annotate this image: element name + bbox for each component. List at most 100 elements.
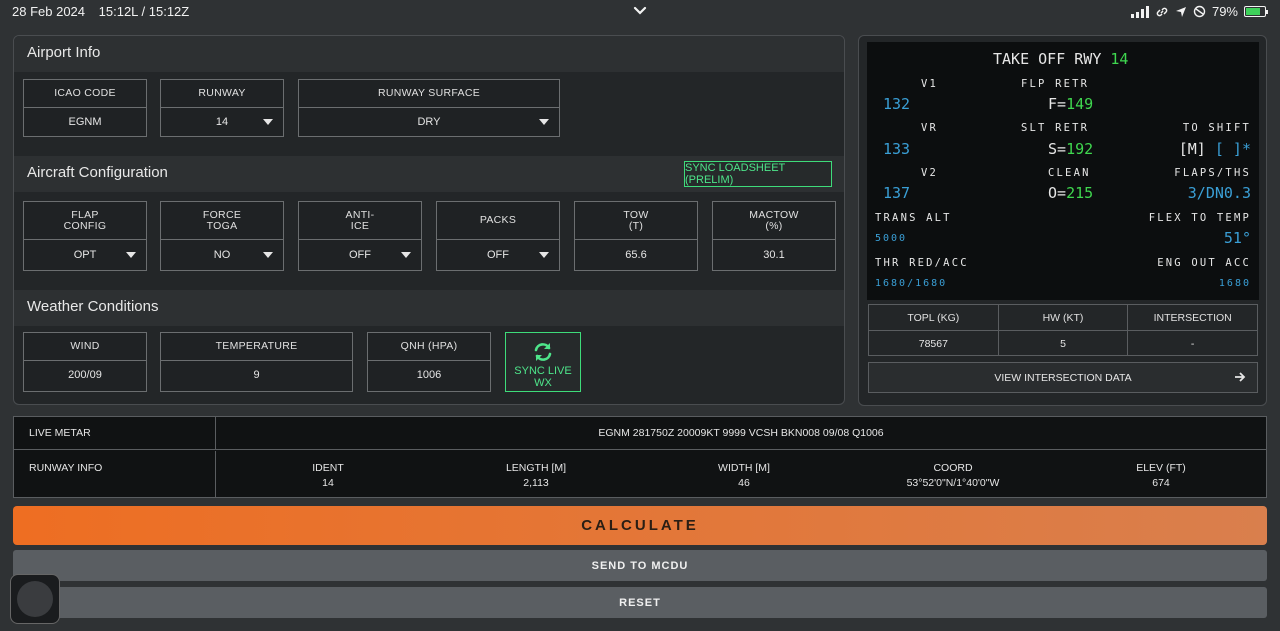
signal-icon [1130,5,1149,18]
airport-info-title: Airport Info [27,44,101,61]
temperature-input[interactable]: 9 [161,361,352,389]
packs-select[interactable]: OFF [437,240,559,269]
mactow-label: MACTOW (%) [713,202,835,240]
hw-value: 5 [1060,337,1066,350]
anti-ice-label: ANTI- ICE [299,202,421,240]
mactow-input[interactable]: 30.1 [713,240,835,269]
qnh-field[interactable]: QNH (HPA) 1006 [367,332,491,392]
status-time: 15:12L / 15:12Z [98,4,190,19]
force-toga-field[interactable]: FORCE TOGA NO [160,201,284,271]
runway-surface-select[interactable]: DRY [299,108,559,136]
airport-info-table: LIVE METAR EGNM 281750Z 20009KT 9999 VCS… [13,416,1267,498]
send-to-mcdu-button[interactable]: SEND TO MCDU [13,550,1267,581]
view-intersection-button[interactable]: VIEW INTERSECTION DATA [868,362,1258,393]
reset-button[interactable]: RESET [13,587,1267,618]
intersection-value: - [1190,337,1195,350]
battery-icon [1244,6,1268,17]
coord-value: 53°52'0"N/1°40'0"W [906,477,1000,489]
sync-live-wx-label: SYNC LIVE WX [514,365,572,389]
ident-value: 14 [322,477,334,489]
flaps-ths-label: FLAPS/THS [1174,167,1251,179]
runway-label: RUNWAY [161,80,283,108]
elev-value: 674 [1152,477,1170,489]
assistive-touch-button[interactable] [10,574,60,624]
slt-retr-label: SLT RETR [1021,122,1090,134]
flex-temp-value: 51° [1223,229,1251,247]
temperature-label: TEMPERATURE [161,333,352,361]
anti-ice-select[interactable]: OFF [299,240,421,269]
clean-row: O=215 [1048,184,1093,202]
v2-value: 137 [883,184,911,202]
coord-col: COORD 53°52'0"N/1°40'0"W [849,461,1057,491]
status-date: 28 Feb 2024 [12,4,86,19]
input-panel: Airport Info ICAO CODE EGNM RUNWAY 14 RU… [13,35,845,405]
to-shift-row: [M] [ ]* [1179,140,1251,158]
sync-live-wx-button[interactable]: SYNC LIVE WX [505,332,581,392]
packs-value: OFF [487,248,509,261]
runway-value: 14 [215,116,229,128]
clean-prefix: O= [1048,184,1067,202]
qnh-input[interactable]: 1006 [368,361,490,389]
tow-field[interactable]: TOW (T) 65.6 [574,201,698,271]
view-intersection-label: VIEW INTERSECTION DATA [994,371,1132,384]
packs-field[interactable]: PACKS OFF [436,201,560,271]
caret-down-icon [126,251,136,258]
eng-out-label: ENG OUT ACC [1157,257,1251,269]
runway-surface-field[interactable]: RUNWAY SURFACE DRY [298,79,560,137]
topl-label: TOPL (KG) [869,305,998,331]
flap-config-label: FLAP CONFIG [24,202,146,240]
wind-input[interactable]: 200/09 [24,361,146,389]
location-icon [1175,6,1186,17]
flap-config-value: OPT [73,248,97,261]
mcdu-title: TAKE OFF RWY 14 [993,50,1128,68]
topl-value: 78567 [918,337,948,350]
caret-down-icon [263,251,273,258]
sync-loadsheet-button[interactable]: SYNC LOADSHEET (PRELIM) [684,161,832,187]
aircraft-config-title: Aircraft Configuration [27,164,168,181]
runway-select[interactable]: 14 [161,108,283,136]
metar-value: EGNM 281750Z 20009KT 9999 VCSH BKN008 09… [598,427,884,439]
anti-ice-field[interactable]: ANTI- ICE OFF [298,201,422,271]
force-toga-select[interactable]: NO [161,240,283,269]
tow-label: TOW (T) [575,202,697,240]
flap-config-select[interactable]: OPT [24,240,146,269]
coord-label: COORD [933,462,973,474]
icao-input[interactable]: EGNM [24,108,146,136]
runway-field[interactable]: RUNWAY 14 [160,79,284,137]
flp-retr-prefix: F= [1048,95,1067,113]
metar-label: LIVE METAR [14,417,216,449]
elev-col: ELEV (FT) 674 [1057,461,1265,491]
force-toga-label: FORCE TOGA [161,202,283,240]
to-shift-unit: [M] [1178,140,1206,158]
icao-field[interactable]: ICAO CODE EGNM [23,79,147,137]
caret-down-icon [539,251,549,258]
icao-label: ICAO CODE [24,80,146,108]
temperature-field[interactable]: TEMPERATURE 9 [160,332,353,392]
battery-percent: 79% [1211,4,1238,19]
intersection-col: INTERSECTION - [1128,305,1258,355]
wind-field[interactable]: WIND 200/09 [23,332,147,392]
slt-retr-prefix: S= [1048,140,1067,158]
chevron-down-icon[interactable] [632,3,648,19]
to-shift-value[interactable]: [ ]* [1215,140,1251,158]
metar-row: LIVE METAR EGNM 281750Z 20009KT 9999 VCS… [14,417,1266,450]
thr-red-label: THR RED/ACC [875,257,969,269]
tow-input[interactable]: 65.6 [575,240,697,269]
runway-surface-value: DRY [417,116,441,128]
v2-label: V2 [921,167,939,179]
to-shift-label: TO SHIFT [1182,122,1251,134]
mactow-field[interactable]: MACTOW (%) 30.1 [712,201,836,271]
caret-down-icon [539,119,549,125]
wind-label: WIND [24,333,146,361]
refresh-icon [534,343,552,361]
assistive-touch-icon [17,581,53,617]
elev-label: ELEV (FT) [1136,462,1186,474]
ident-label: IDENT [312,462,344,474]
force-toga-value: NO [213,248,231,261]
length-col: LENGTH [M] 2,113 [432,461,640,491]
width-value: 46 [738,477,750,489]
width-col: WIDTH [M] 46 [640,461,848,491]
flap-config-field[interactable]: FLAP CONFIG OPT [23,201,147,271]
calculate-button[interactable]: CALCULATE [13,506,1267,545]
status-bar: 28 Feb 2024 15:12L / 15:12Z 79% [0,0,1280,26]
